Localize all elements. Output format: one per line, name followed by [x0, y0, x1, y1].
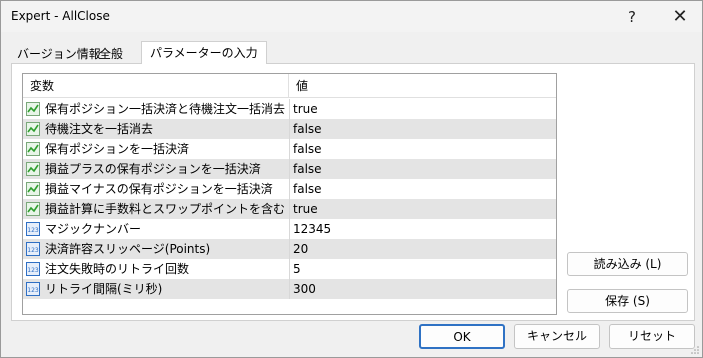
reset-button[interactable]: リセット	[609, 324, 695, 349]
table-row[interactable]: 待機注文を一括消去 false	[23, 119, 556, 139]
int-icon: 123	[26, 242, 40, 256]
parameter-value[interactable]: false	[293, 159, 322, 179]
parameter-name: 注文失敗時のリトライ回数	[45, 262, 190, 276]
bool-icon	[26, 102, 40, 116]
resize-grip-icon[interactable]	[691, 346, 699, 354]
parameter-name: 損益プラスの保有ポジションを一括決済	[45, 162, 261, 176]
table-row[interactable]: 保有ポジション一括決済と待機注文一括消去 true	[23, 99, 556, 119]
parameter-value[interactable]: true	[293, 99, 318, 119]
parameter-value[interactable]: false	[293, 139, 322, 159]
parameter-value[interactable]: false	[293, 179, 322, 199]
close-button[interactable]: ✕	[657, 1, 703, 32]
svg-text:123: 123	[27, 267, 39, 274]
close-icon: ✕	[672, 6, 688, 27]
int-icon: 123	[26, 282, 40, 296]
load-button[interactable]: 読み込み (L)	[567, 252, 688, 276]
column-divider	[289, 99, 290, 119]
title-bar: Expert - AllClose ? ✕	[1, 1, 702, 32]
parameter-value[interactable]: true	[293, 199, 318, 219]
parameter-name: 保有ポジションを一括決済	[45, 142, 190, 156]
table-row[interactable]: 損益プラスの保有ポジションを一括決済 false	[23, 159, 556, 179]
table-row[interactable]: 保有ポジションを一括決済 false	[23, 139, 556, 159]
parameter-name: 保有ポジション一括決済と待機注文一括消去	[45, 102, 286, 116]
column-divider	[289, 259, 290, 279]
bool-icon	[26, 122, 40, 136]
parameter-name: 損益計算に手数料とスワップポイントを含む	[45, 202, 286, 216]
dialog-window: Expert - AllClose ? ✕ バージョン情報 全般 パラメーターの…	[0, 0, 703, 358]
tab-parameters[interactable]: パラメーターの入力	[141, 41, 267, 64]
column-divider	[289, 159, 290, 179]
window-title: Expert - AllClose	[11, 9, 110, 23]
bool-icon	[26, 182, 40, 196]
save-button[interactable]: 保存 (S)	[567, 289, 688, 313]
column-divider	[289, 139, 290, 159]
svg-text:123: 123	[27, 247, 39, 254]
parameter-value[interactable]: false	[293, 119, 322, 139]
column-divider	[289, 219, 290, 239]
grid-rows: 保有ポジション一括決済と待機注文一括消去 true 待機注文を一括消去 false 保有…	[23, 99, 556, 299]
bool-icon	[26, 202, 40, 216]
parameter-value[interactable]: 12345	[293, 219, 331, 239]
parameter-value[interactable]: 5	[293, 259, 301, 279]
parameter-name: リトライ間隔(ミリ秒)	[45, 282, 163, 296]
grid-header: 変数 値	[23, 74, 556, 98]
column-header-value[interactable]: 値	[289, 74, 556, 98]
parameters-panel: 変数 値 保有ポジション一括決済と待機注文一括消去 true 待機注文を一括消去 fa…	[11, 63, 695, 321]
table-row[interactable]: 123 注文失敗時のリトライ回数 5	[23, 259, 556, 279]
cancel-button[interactable]: キャンセル	[514, 324, 600, 349]
bool-icon	[26, 142, 40, 156]
tab-general[interactable]: 全般	[93, 43, 129, 63]
column-header-variable[interactable]: 変数	[23, 74, 289, 98]
parameter-grid: 変数 値 保有ポジション一括決済と待機注文一括消去 true 待機注文を一括消去 fa…	[22, 73, 557, 315]
help-icon: ?	[628, 7, 636, 26]
bool-icon	[26, 162, 40, 176]
parameter-name: 待機注文を一括消去	[45, 122, 154, 136]
parameter-name: 損益マイナスの保有ポジションを一括決済	[45, 182, 273, 196]
parameter-value[interactable]: 300	[293, 279, 316, 299]
column-divider	[289, 239, 290, 259]
table-row[interactable]: 123 マジックナンバー 12345	[23, 219, 556, 239]
column-divider	[289, 179, 290, 199]
table-row[interactable]: 損益マイナスの保有ポジションを一括決済 false	[23, 179, 556, 199]
svg-text:123: 123	[27, 227, 39, 234]
table-row[interactable]: 123 決済許容スリッページ(Points) 20	[23, 239, 556, 259]
int-icon: 123	[26, 222, 40, 236]
parameter-value[interactable]: 20	[293, 239, 308, 259]
column-divider	[289, 279, 290, 299]
ok-button[interactable]: OK	[419, 324, 505, 349]
help-button[interactable]: ?	[609, 1, 655, 32]
table-row[interactable]: 損益計算に手数料とスワップポイントを含む true	[23, 199, 556, 219]
svg-text:123: 123	[27, 287, 39, 294]
table-row[interactable]: 123 リトライ間隔(ミリ秒) 300	[23, 279, 556, 299]
parameter-name: マジックナンバー	[45, 222, 142, 236]
int-icon: 123	[26, 262, 40, 276]
column-divider	[289, 119, 290, 139]
parameter-name: 決済許容スリッページ(Points)	[45, 242, 211, 256]
column-divider	[289, 199, 290, 219]
